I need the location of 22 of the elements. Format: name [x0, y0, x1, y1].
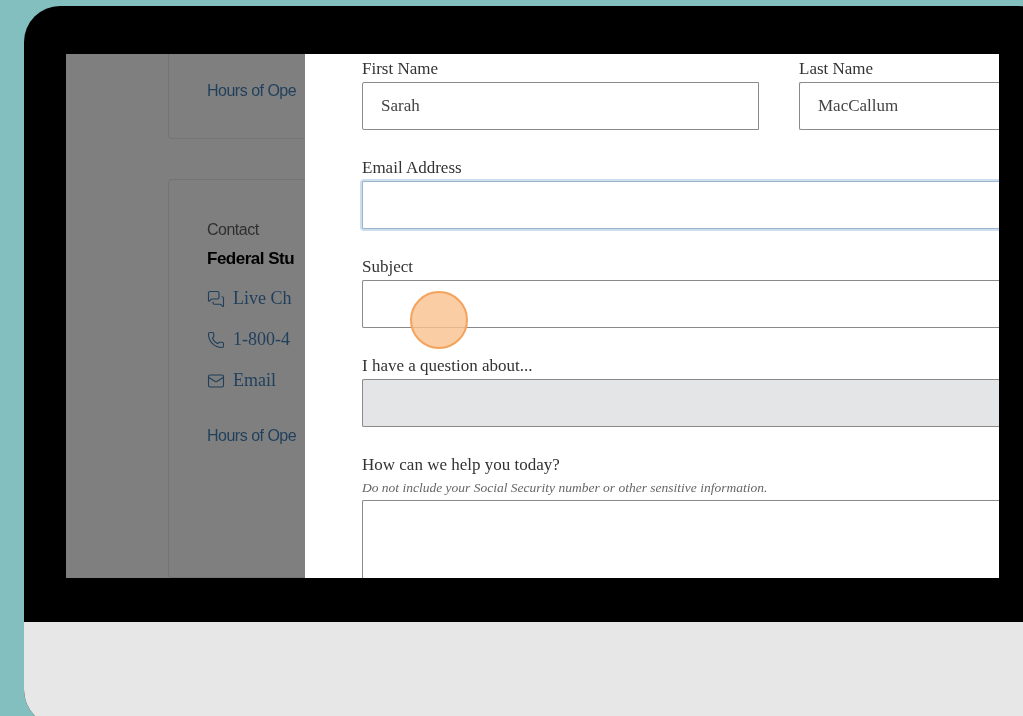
- field-label: Email Address: [362, 157, 463, 179]
- input-field[interactable]: MacCallum: [799, 82, 999, 130]
- input-field[interactable]: [362, 280, 999, 328]
- contact-link[interactable]: Live Ch: [233, 285, 292, 313]
- chat-icon: [207, 289, 225, 308]
- envelope-icon: [207, 371, 225, 390]
- message-field[interactable]: [362, 500, 999, 578]
- field-hint: Do not include your Social Security number or other sensitive information.: [362, 479, 769, 497]
- contact-heading: Contact: [207, 219, 260, 240]
- input-field[interactable]: Sarah: [362, 82, 759, 130]
- hours-link[interactable]: Hours of Ope: [207, 424, 305, 449]
- field-label: I have a question about...: [362, 355, 534, 377]
- phone-icon: [207, 330, 225, 349]
- contact-link[interactable]: Email: [233, 367, 276, 395]
- contact-link[interactable]: 1-800-4: [233, 326, 290, 354]
- field-label: Subject: [362, 256, 414, 278]
- field-label: How can we help you today?: [362, 454, 561, 476]
- hours-link[interactable]: Hours of Ope: [207, 79, 297, 138]
- contact-name: Federal Stu: [207, 247, 296, 270]
- field-label: First Name: [362, 58, 440, 80]
- input-field[interactable]: [362, 181, 999, 229]
- field-label: Last Name: [799, 58, 875, 80]
